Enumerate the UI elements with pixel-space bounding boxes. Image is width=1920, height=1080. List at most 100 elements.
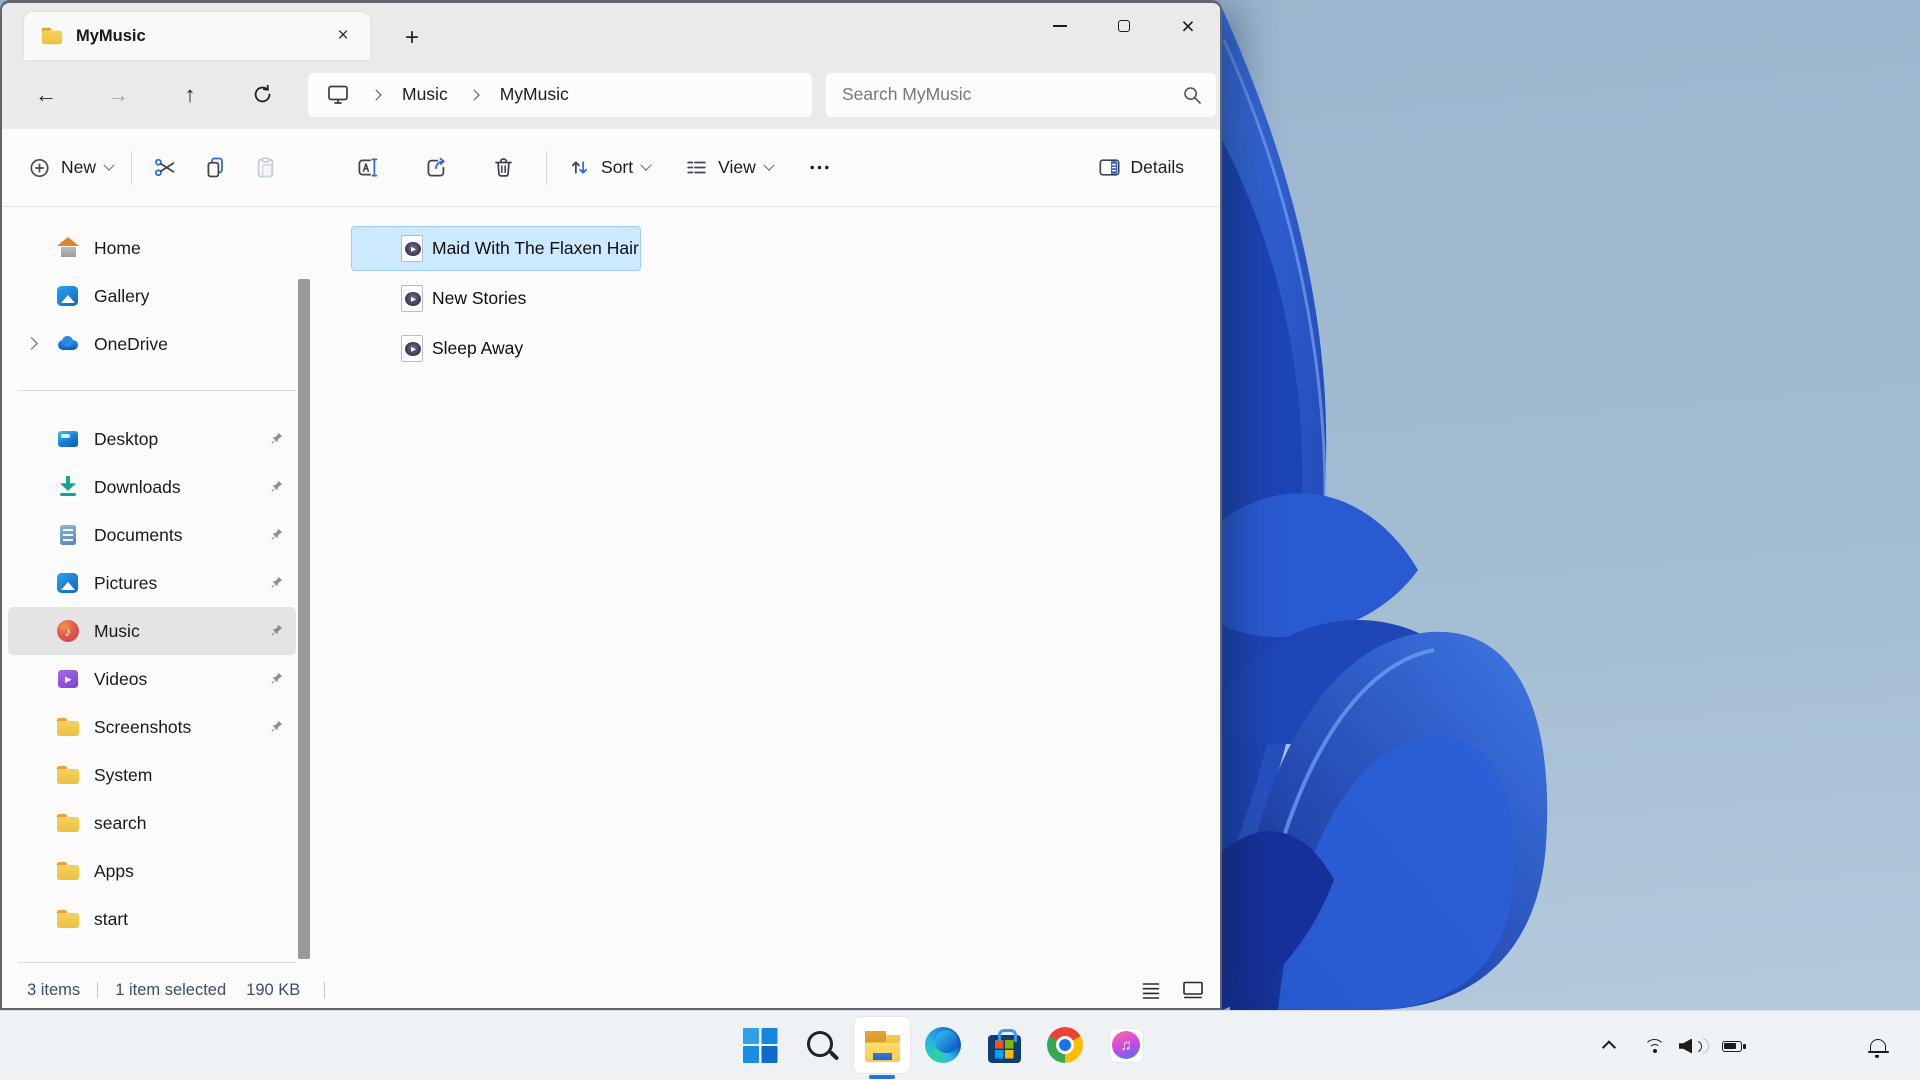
home-icon	[56, 236, 80, 260]
more-options-button[interactable]	[795, 143, 845, 193]
sidebar-item-label: Desktop	[94, 429, 158, 450]
close-button[interactable]: ×	[1156, 3, 1220, 49]
sort-button[interactable]: Sort	[557, 147, 660, 188]
sidebar-item-label: Pictures	[94, 573, 157, 594]
maximize-button[interactable]	[1092, 3, 1156, 49]
list-view-icon	[1141, 981, 1161, 999]
sidebar-divider	[18, 962, 296, 963]
view-button-label: View	[718, 157, 756, 178]
bloom-wallpaper-art	[1222, 0, 1920, 1010]
sidebar-item-label: Downloads	[94, 477, 181, 498]
sidebar-item-downloads[interactable]: Downloads	[8, 463, 296, 511]
delete-button[interactable]	[478, 143, 528, 193]
sidebar-item-gallery[interactable]: Gallery	[8, 272, 296, 320]
audio-file-icon	[401, 285, 423, 312]
back-button[interactable]: ←	[26, 75, 66, 115]
notifications-button[interactable]	[1858, 1026, 1898, 1066]
taskbar-chrome-button[interactable]	[1037, 1017, 1093, 1073]
copy-button[interactable]	[190, 143, 240, 193]
this-pc-icon[interactable]	[326, 83, 350, 106]
window-controls: ×	[1028, 3, 1220, 49]
itunes-icon	[1109, 1028, 1144, 1063]
chevron-right-icon[interactable]	[468, 89, 479, 100]
details-view-toggle[interactable]	[1134, 976, 1168, 1004]
sidebar-item-music[interactable]: Music	[8, 607, 296, 655]
plus-circle-icon	[28, 156, 52, 180]
close-icon: ×	[1181, 15, 1194, 38]
breadcrumb-path: Music MyMusic	[350, 84, 569, 105]
breadcrumb-label[interactable]: MyMusic	[500, 84, 569, 105]
taskbar-file-explorer-button[interactable]	[854, 1017, 910, 1073]
new-tab-button[interactable]: +	[394, 22, 430, 54]
details-button[interactable]: Details	[1087, 147, 1195, 188]
rename-button[interactable]	[342, 143, 392, 193]
sidebar-scrollbar[interactable]	[298, 279, 310, 959]
gallery-icon	[56, 284, 80, 308]
sidebar-item-label: start	[94, 909, 128, 930]
wifi-icon	[1644, 1038, 1666, 1054]
file-item-new-stories[interactable]: New Stories	[351, 276, 641, 321]
sidebar-library-section: Desktop Downloads Do	[2, 415, 322, 943]
pin-icon	[269, 720, 283, 734]
sidebar-item-search[interactable]: search	[8, 799, 296, 847]
hidden-icons-button[interactable]	[1592, 1028, 1626, 1064]
breadcrumb-label[interactable]: Music	[402, 84, 448, 105]
sidebar-item-videos[interactable]: Videos	[8, 655, 296, 703]
tab-close-icon[interactable]: ×	[328, 21, 358, 51]
breadcrumb-item[interactable]: MyMusic	[448, 84, 569, 105]
taskbar-edge-button[interactable]	[915, 1017, 971, 1073]
search-input[interactable]	[826, 73, 1216, 117]
minimize-button[interactable]	[1028, 3, 1092, 49]
cut-button[interactable]	[140, 143, 190, 193]
taskbar-itunes-button[interactable]	[1098, 1017, 1154, 1073]
details-button-label: Details	[1131, 157, 1185, 178]
sidebar-item-desktop[interactable]: Desktop	[8, 415, 296, 463]
sidebar-item-pictures[interactable]: Pictures	[8, 559, 296, 607]
paste-button[interactable]	[240, 143, 290, 193]
sidebar-item-onedrive[interactable]: OneDrive	[8, 320, 296, 368]
view-button[interactable]: View	[674, 147, 783, 188]
file-name: New Stories	[432, 288, 526, 309]
sidebar-item-start[interactable]: start	[8, 895, 296, 943]
sort-button-label: Sort	[601, 157, 633, 178]
audio-file-icon	[401, 335, 423, 362]
file-item-sleep-away[interactable]: Sleep Away	[351, 326, 641, 371]
taskbar-search-button[interactable]	[793, 1017, 849, 1073]
file-item-maid-with-the-flaxen-hair[interactable]: Maid With The Flaxen Hair	[351, 226, 641, 271]
sidebar-item-documents[interactable]: Documents	[8, 511, 296, 559]
taskbar	[0, 1010, 1920, 1080]
system-tray-button[interactable]	[1638, 1026, 1748, 1066]
edge-icon	[925, 1027, 961, 1063]
main-content: Home Gallery OneDrive	[2, 207, 1220, 972]
new-button[interactable]: New	[18, 148, 123, 188]
toolbar-divider	[131, 151, 132, 185]
taskbar-store-button[interactable]	[976, 1017, 1032, 1073]
sidebar-item-label: OneDrive	[94, 334, 168, 355]
taskbar-apps	[732, 1017, 1154, 1073]
share-button[interactable]	[410, 143, 460, 193]
pin-icon	[269, 432, 283, 446]
sidebar: Home Gallery OneDrive	[2, 207, 322, 972]
rename-icon	[355, 155, 380, 180]
chevron-right-icon[interactable]	[370, 89, 381, 100]
tab-bar: MyMusic × + ×	[2, 3, 1220, 60]
forward-button[interactable]: →	[98, 75, 138, 115]
new-button-label: New	[61, 157, 96, 178]
refresh-button[interactable]	[242, 75, 282, 115]
sidebar-item-home[interactable]: Home	[8, 224, 296, 272]
sidebar-item-screenshots[interactable]: Screenshots	[8, 703, 296, 751]
sidebar-item-label: Home	[94, 238, 141, 259]
chevron-right-icon[interactable]	[25, 337, 38, 350]
pin-icon	[269, 672, 283, 686]
up-button[interactable]: ↑	[170, 75, 210, 115]
breadcrumb-item[interactable]: Music	[350, 84, 448, 105]
sidebar-item-label: Apps	[94, 861, 134, 882]
explorer-tab[interactable]: MyMusic ×	[24, 12, 370, 60]
start-icon	[743, 1028, 778, 1063]
thumbnail-view-toggle[interactable]	[1176, 976, 1210, 1004]
taskbar-start-button[interactable]	[732, 1017, 788, 1073]
sidebar-item-apps[interactable]: Apps	[8, 847, 296, 895]
downloads-icon	[56, 475, 80, 499]
status-selection-size: 190 KB	[246, 981, 300, 1000]
sidebar-item-system[interactable]: System	[8, 751, 296, 799]
